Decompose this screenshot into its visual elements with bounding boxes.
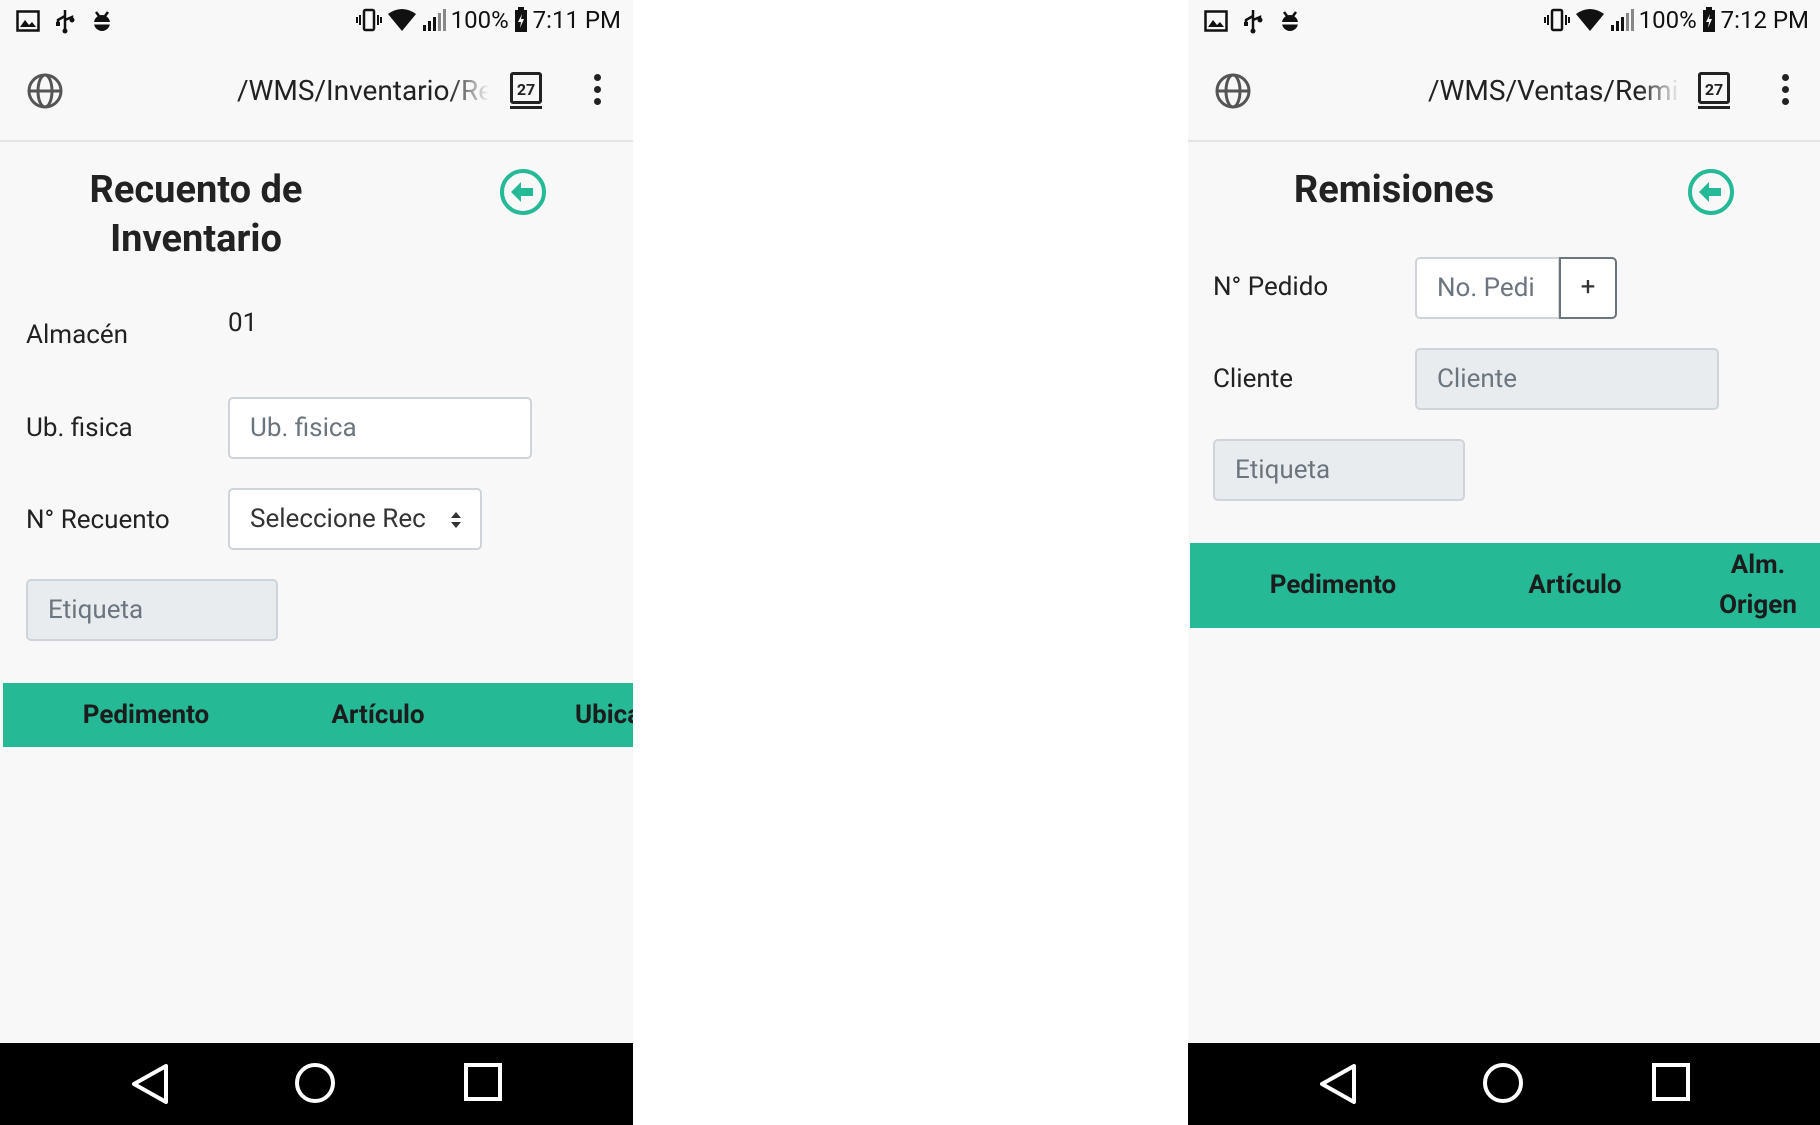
column-header-articulo[interactable]: Artículo	[1500, 565, 1650, 605]
nav-home-icon[interactable]	[1481, 1061, 1525, 1105]
pedido-label: N° Pedido	[1213, 272, 1329, 302]
phone-screen-inventory: 100% 7:11 PM /WMS/Inventario/Re 27 Recue…	[0, 0, 633, 1125]
etiqueta-input[interactable]: Etiqueta	[26, 579, 278, 641]
ubfisica-label: Ub. fisica	[26, 413, 133, 443]
page-title-line1: Recuento de	[89, 168, 303, 212]
status-bar: 100% 7:12 PM	[1188, 0, 1820, 44]
usb-icon	[1244, 10, 1263, 34]
column-header-pedimento[interactable]: Pedimento	[63, 695, 229, 735]
status-bar: 100% 7:11 PM	[0, 0, 633, 44]
address-bar[interactable]: /WMS/Inventario/Re	[237, 74, 489, 107]
recuento-label: N° Recuento	[26, 505, 170, 535]
overflow-menu-icon[interactable]	[1780, 74, 1790, 108]
back-circle-icon[interactable]	[499, 168, 547, 216]
page-title-line2: Inventario	[110, 217, 282, 261]
phone-screen-remisiones: 100% 7:12 PM /WMS/Ventas/Remi 27 Remisio…	[1188, 0, 1820, 1125]
usb-icon	[56, 10, 75, 34]
page-content: Recuento de Inventario Almacén 01 Ub. fi…	[0, 142, 633, 1042]
recuento-select[interactable]: Seleccione Rec	[228, 488, 482, 550]
wifi-icon	[387, 9, 416, 31]
add-pedido-button[interactable]: +	[1559, 257, 1617, 319]
tab-switcher-button[interactable]: 27	[510, 72, 542, 109]
nav-recents-icon[interactable]	[462, 1061, 504, 1103]
table-header: Pedimento Artículo Alm. Origen	[1190, 543, 1820, 628]
cliente-input[interactable]: Cliente	[1415, 348, 1719, 410]
android-nav-bar	[1188, 1043, 1820, 1125]
globe-icon[interactable]	[26, 72, 64, 110]
signal-icon	[1610, 9, 1634, 31]
cliente-label: Cliente	[1213, 364, 1294, 394]
vibrate-icon	[355, 8, 382, 32]
gallery-icon	[16, 10, 40, 32]
ubfisica-input[interactable]: Ub. fisica	[228, 397, 532, 459]
almacen-label: Almacén	[26, 320, 128, 350]
debug-icon	[1281, 11, 1299, 31]
overflow-menu-icon[interactable]	[592, 74, 602, 108]
nav-recents-icon[interactable]	[1650, 1061, 1692, 1103]
debug-icon	[93, 11, 111, 31]
battery-percent: 100%	[1638, 6, 1697, 34]
wifi-icon	[1575, 9, 1604, 31]
back-circle-icon[interactable]	[1687, 168, 1735, 216]
battery-percent: 100%	[450, 6, 509, 34]
column-header-ubicacion[interactable]: Ubica	[575, 695, 633, 735]
page-title: Recuento de Inventario	[40, 166, 352, 264]
android-nav-bar	[0, 1043, 633, 1125]
table-header: Pedimento Artículo Ubica	[3, 683, 633, 747]
nav-back-icon[interactable]	[128, 1061, 174, 1107]
battery-charging-icon	[514, 7, 527, 32]
column-header-articulo[interactable]: Artículo	[303, 695, 453, 735]
etiqueta-input[interactable]: Etiqueta	[1213, 439, 1465, 501]
column-header-alm-line2: Origen	[1719, 590, 1797, 620]
globe-icon[interactable]	[1214, 72, 1252, 110]
page-title: Remisiones	[1293, 168, 1495, 212]
vibrate-icon	[1543, 8, 1570, 32]
column-header-alm-line1: Alm.	[1730, 550, 1786, 580]
battery-charging-icon	[1702, 7, 1715, 32]
browser-toolbar: /WMS/Ventas/Remi 27	[1188, 44, 1820, 142]
column-header-pedimento[interactable]: Pedimento	[1250, 565, 1416, 605]
signal-icon	[422, 9, 446, 31]
column-header-alm-origen[interactable]: Alm. Origen	[1698, 545, 1818, 625]
pedido-input[interactable]: No. Pedi	[1415, 257, 1560, 319]
nav-home-icon[interactable]	[293, 1061, 337, 1105]
page-content: Remisiones N° Pedido No. Pedi + Cliente …	[1188, 142, 1820, 1042]
tab-switcher-button[interactable]: 27	[1698, 72, 1730, 109]
recuento-selected-value: Seleccione Rec	[250, 504, 426, 534]
address-bar[interactable]: /WMS/Ventas/Remi	[1428, 74, 1680, 107]
gallery-icon	[1204, 10, 1228, 32]
clock: 7:12 PM	[1720, 6, 1809, 34]
clock: 7:11 PM	[532, 6, 621, 34]
nav-back-icon[interactable]	[1316, 1061, 1362, 1107]
browser-toolbar: /WMS/Inventario/Re 27	[0, 44, 633, 142]
select-arrows-icon	[451, 512, 461, 528]
almacen-value: 01	[228, 308, 258, 338]
